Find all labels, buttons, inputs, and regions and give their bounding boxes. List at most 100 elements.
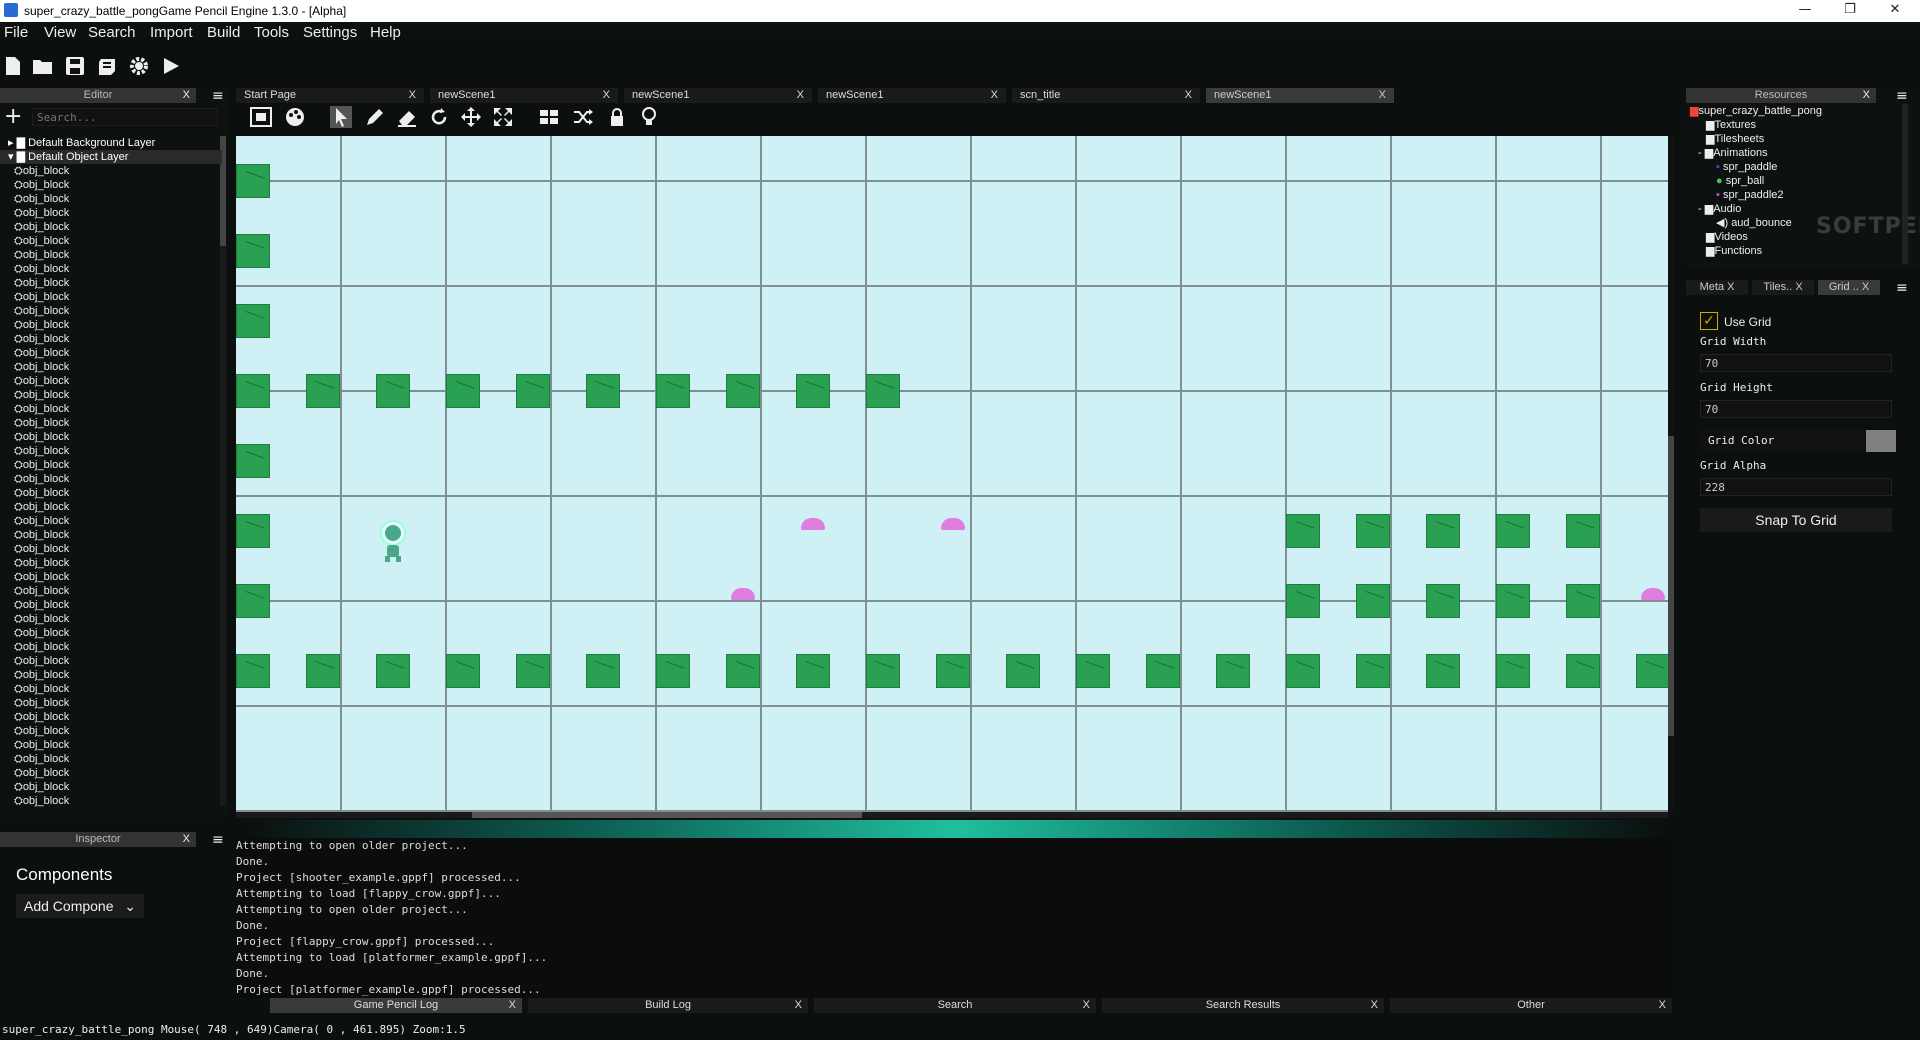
play-icon[interactable] [160,56,182,78]
settings-gear-icon[interactable] [128,56,150,78]
block-object[interactable] [236,654,270,688]
block-object[interactable] [236,164,270,198]
grid-tiles-icon[interactable] [538,106,560,128]
block-object[interactable] [656,654,690,688]
object-list-item[interactable]: ⛭obj_block [0,710,222,724]
tab-close[interactable]: X [509,998,516,1013]
block-object[interactable] [796,654,830,688]
object-list-item[interactable]: ⛭obj_block [0,556,222,570]
block-object[interactable] [306,374,340,408]
grid-height-input[interactable]: 70 [1700,400,1892,418]
resources-close[interactable]: X [1863,88,1870,103]
block-object[interactable] [236,444,270,478]
object-list-item[interactable]: ⛭obj_block [0,486,222,500]
object-list-item[interactable]: ⛭obj_block [0,388,222,402]
save-icon[interactable] [64,56,86,78]
new-file-icon[interactable] [2,56,24,78]
grid-width-input[interactable]: 70 [1700,354,1892,372]
resources-scrollbar[interactable] [1902,104,1908,264]
block-object[interactable] [1146,654,1180,688]
tab-start-page[interactable]: Start Page X [236,88,424,103]
camera-frame-icon[interactable] [250,106,272,128]
block-object[interactable] [1636,654,1668,688]
player-object[interactable] [376,520,410,564]
shuffle-icon[interactable] [572,106,594,128]
anim-spr-ball[interactable]: ● spr_ball [1690,174,1898,188]
block-object[interactable] [586,374,620,408]
tab-close[interactable]: X [1379,88,1386,103]
editor-menu-icon[interactable]: ≡ [212,89,226,103]
palette-icon[interactable] [284,106,306,128]
folder-functions[interactable]: ▆Functions [1690,244,1898,258]
block-object[interactable] [1426,514,1460,548]
grid-color-swatch[interactable] [1866,430,1896,452]
tab-newscene-1[interactable]: newScene1 X [430,88,618,103]
object-list-item[interactable]: ⛭obj_block [0,766,222,780]
object-list-item[interactable]: ⛭obj_block [0,514,222,528]
resize-expand-icon[interactable] [492,106,514,128]
restore-button[interactable]: ❐ [1835,2,1865,20]
block-object[interactable] [1566,514,1600,548]
object-list-item[interactable]: ⛭obj_block [0,318,222,332]
tab-close[interactable]: X [1862,281,1869,293]
object-list-item[interactable]: ⛭obj_block [0,374,222,388]
block-object[interactable] [586,654,620,688]
snap-to-grid-button[interactable]: Snap To Grid [1700,508,1892,532]
object-list-item[interactable]: ⛭obj_block [0,598,222,612]
object-list-item[interactable]: ⛭obj_block [0,626,222,640]
tab-search-results[interactable]: Search Results X [1102,998,1384,1013]
tab-scn-title[interactable]: scn_title X [1012,88,1200,103]
pencil-icon[interactable] [364,106,386,128]
tab-close[interactable]: X [1371,998,1378,1013]
editor-panel-close[interactable]: X [183,88,190,103]
block-object[interactable] [1216,654,1250,688]
tab-close[interactable]: X [795,998,802,1013]
block-object[interactable] [936,654,970,688]
folder-textures[interactable]: ▆Textures [1690,118,1898,132]
object-list-item[interactable]: ⛭obj_block [0,528,222,542]
object-list-item[interactable]: ⛭obj_block [0,724,222,738]
block-object[interactable] [1286,584,1320,618]
eraser-icon[interactable] [396,106,418,128]
object-list-item[interactable]: ⛭obj_block [0,584,222,598]
block-object[interactable] [306,654,340,688]
save-all-icon[interactable] [96,56,118,78]
resources-menu-icon[interactable]: ≡ [1896,89,1910,103]
block-object[interactable] [796,374,830,408]
object-list-item[interactable]: ⛭obj_block [0,570,222,584]
tab-close[interactable]: X [1185,88,1192,103]
object-list-item[interactable]: ⛭obj_block [0,444,222,458]
object-list-item[interactable]: ⛭obj_block [0,346,222,360]
block-object[interactable] [446,374,480,408]
tab-meta[interactable]: Meta X [1686,280,1748,295]
rotate-icon[interactable] [428,106,450,128]
object-list-item[interactable]: ⛭obj_block [0,542,222,556]
menu-build[interactable]: Build [207,22,240,44]
block-object[interactable] [376,374,410,408]
project-root[interactable]: ▆super_crazy_battle_pong [1690,104,1898,118]
menu-file[interactable]: File [4,22,28,44]
object-list-item[interactable]: ⛭obj_block [0,234,222,248]
object-list-item[interactable]: ⛭obj_block [0,612,222,626]
move-arrows-icon[interactable] [460,106,482,128]
block-object[interactable] [1006,654,1040,688]
scene-vertical-scrollbar[interactable] [1668,136,1674,812]
object-list-item[interactable]: ⛭obj_block [0,206,222,220]
block-object[interactable] [1356,514,1390,548]
object-list-item[interactable]: ⛭obj_block [0,780,222,794]
tab-close[interactable]: X [409,88,416,103]
tab-close[interactable]: X [1727,281,1734,293]
tab-search[interactable]: Search X [814,998,1096,1013]
add-component-dropdown[interactable]: Add Compone ⌄ [16,894,144,918]
object-list-item[interactable]: ⛭obj_block [0,472,222,486]
enemy-object[interactable] [941,518,965,530]
block-object[interactable] [1356,584,1390,618]
object-list-item[interactable]: ⛭obj_block [0,738,222,752]
anim-spr-paddle2[interactable]: ▪ spr_paddle2 [1690,188,1898,202]
object-list-item[interactable]: ⛭obj_block [0,164,222,178]
menu-settings[interactable]: Settings [303,22,357,44]
enemy-object[interactable] [731,588,755,600]
tab-grid[interactable]: Grid .. X [1818,280,1880,295]
anim-spr-paddle[interactable]: ▪ spr_paddle [1690,160,1898,174]
block-object[interactable] [236,304,270,338]
